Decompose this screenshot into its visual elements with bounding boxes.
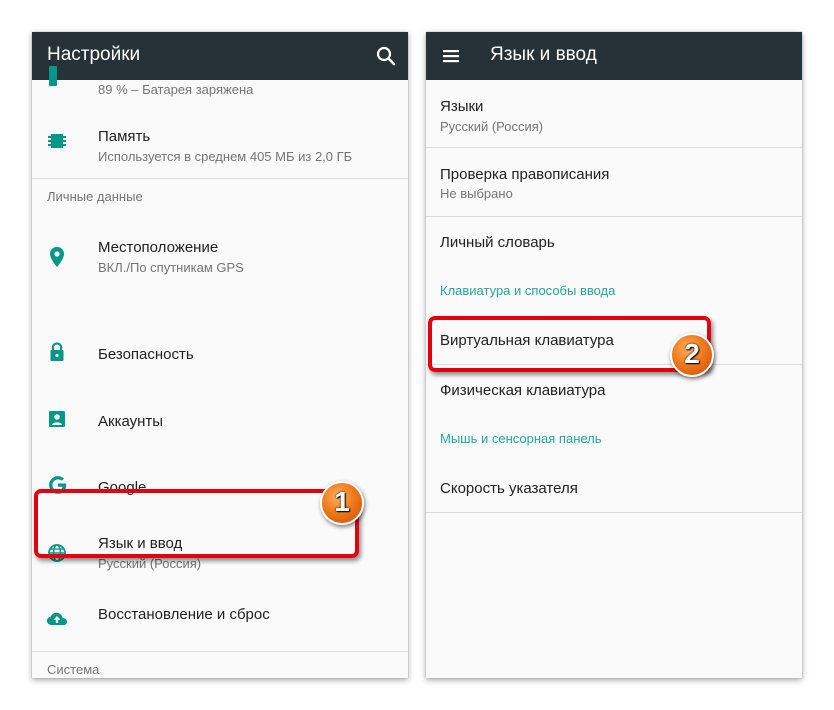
list-item-accounts[interactable]: Аккаунты — [32, 390, 408, 450]
battery-icon — [49, 66, 57, 86]
list-item-spellcheck[interactable]: Проверка правописания Не выбрано — [426, 148, 802, 216]
list-item-security[interactable]: Безопасность — [32, 323, 408, 383]
divider — [426, 512, 802, 513]
spellcheck-subtitle: Не выбрано — [440, 186, 513, 201]
list-item-memory[interactable]: Память Используется в среднем 405 МБ из … — [32, 100, 408, 178]
list-item-languages[interactable]: Языки Русский (Россия) — [426, 80, 802, 147]
highlight-virtual-keyboard — [428, 316, 711, 372]
battery-status: 89 % – Батарея заряжена — [98, 82, 254, 97]
location-title: Местоположение — [98, 239, 219, 256]
list-item-backup-reset[interactable]: Восстановление и сброс — [32, 606, 408, 666]
list-item-personal-dictionary[interactable]: Личный словарь — [426, 217, 802, 267]
step-badge-2: 2 — [670, 333, 714, 377]
section-header-mouse: Мышь и сенсорная панель — [440, 431, 602, 446]
list-item-battery[interactable]: 89 % – Батарея заряжена — [32, 66, 408, 100]
memory-chip-icon — [44, 128, 70, 154]
language-input-app-bar: Язык и ввод — [426, 32, 802, 80]
search-icon[interactable] — [372, 42, 400, 70]
languages-title: Языки — [440, 98, 484, 115]
divider — [32, 651, 408, 652]
physical-keyboard-title: Физическая клавиатура — [440, 382, 606, 399]
section-header-personal: Личные данные — [47, 189, 143, 204]
settings-app-bar: Настройки — [32, 32, 408, 80]
pointer-speed-title: Скорость указателя — [440, 480, 578, 497]
location-pin-icon — [44, 244, 70, 270]
cloud-upload-icon — [44, 606, 70, 632]
security-title: Безопасность — [98, 346, 194, 363]
list-item-physical-keyboard[interactable]: Физическая клавиатура — [426, 365, 802, 417]
divider — [32, 178, 408, 179]
page-title: Настройки — [47, 44, 141, 65]
languages-subtitle: Русский (Россия) — [440, 119, 544, 134]
account-box-icon — [44, 406, 70, 432]
page-title: Язык и ввод — [490, 44, 597, 65]
step-badge-1: 1 — [320, 481, 364, 525]
list-item-location[interactable]: Местоположение ВКЛ./По спутникам GPS — [32, 230, 408, 300]
accounts-title: Аккаунты — [98, 413, 164, 430]
lock-icon — [44, 339, 70, 365]
location-subtitle: ВКЛ./По спутникам GPS — [98, 260, 244, 275]
highlight-language-input — [34, 489, 359, 558]
menu-icon[interactable] — [438, 42, 466, 70]
list-item-pointer-speed[interactable]: Скорость указателя — [426, 460, 802, 512]
personal-dictionary-title: Личный словарь — [440, 234, 555, 251]
backup-reset-title: Восстановление и сброс — [98, 606, 270, 623]
memory-title: Память — [98, 128, 151, 145]
spellcheck-title: Проверка правописания — [440, 166, 610, 183]
language-input-subtitle: Русский (Россия) — [98, 556, 202, 571]
settings-screen: Настройки 89 % – Батарея заряжена Память… — [32, 32, 408, 678]
memory-subtitle: Используется в среднем 405 МБ из 2,0 ГБ — [98, 149, 353, 164]
section-header-system: Система — [47, 662, 100, 677]
section-header-keyboard: Клавиатура и способы ввода — [440, 283, 616, 298]
